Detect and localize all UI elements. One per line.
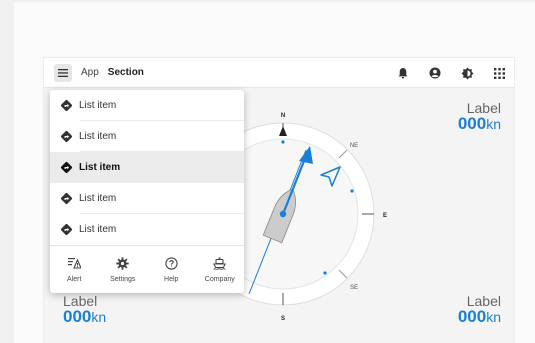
readout-label: Label [466, 293, 501, 309]
ring-dot [281, 140, 285, 144]
apps-grid-icon [493, 67, 505, 79]
menu-toggle-button[interactable] [54, 63, 72, 82]
readout-value: 000 [457, 307, 487, 326]
gear-icon [116, 256, 130, 270]
ship-icon [213, 256, 227, 270]
section-name: Section [107, 67, 144, 78]
ring-dot [323, 271, 327, 275]
account-icon [429, 67, 441, 79]
help-button[interactable]: Help [147, 246, 196, 293]
top-bar: App Section [44, 58, 514, 88]
company-label: Company [204, 276, 235, 283]
compass-label-e: E [383, 213, 387, 219]
menu-item-label: List item [79, 162, 121, 173]
menu-item[interactable]: List item [50, 121, 244, 152]
topbar-actions [378, 58, 506, 88]
compass-label-s: S [281, 316, 285, 322]
menu-item-label: List item [79, 224, 117, 235]
readout-value: 000 [63, 307, 92, 326]
compass-label-se: SE [350, 285, 358, 291]
compass-label-ne: NE [350, 143, 358, 149]
alert-list-icon [67, 256, 81, 270]
brightness-icon [461, 67, 473, 79]
settings-button[interactable]: Settings [99, 246, 148, 293]
readout-unit: kn [486, 116, 501, 132]
account-button[interactable] [428, 66, 442, 80]
compass-label-n: N [281, 113, 285, 119]
readout-top-right: Label 000kn [458, 101, 501, 133]
menu-item-label: List item [79, 100, 117, 111]
apps-button[interactable] [492, 66, 506, 80]
brightness-button[interactable] [460, 66, 474, 80]
navigation-menu: List item List item List item List item … [50, 90, 244, 293]
hamburger-icon [58, 68, 68, 77]
readout-bottom-right: Label 000kn [458, 294, 501, 326]
readout-unit: kn [91, 309, 107, 325]
menu-item-selected[interactable]: List item [50, 152, 244, 183]
settings-label: Settings [110, 276, 136, 283]
company-button[interactable]: Company [196, 246, 245, 293]
menu-item[interactable]: List item [50, 183, 244, 214]
directions-icon [60, 223, 73, 236]
directions-icon [60, 99, 73, 112]
readout-bottom-left: Label 000kn [63, 294, 106, 326]
help-icon [164, 256, 178, 270]
alert-button[interactable]: Alert [50, 246, 99, 293]
readout-value: 000 [457, 114, 487, 133]
directions-icon [60, 192, 73, 205]
app-name: App [81, 67, 99, 78]
bell-icon [398, 68, 408, 79]
readout-label: Label [63, 293, 98, 309]
menu-item[interactable]: List item [50, 90, 244, 121]
menu-item[interactable]: List item [50, 214, 244, 245]
menu-item-label: List item [79, 193, 117, 204]
menu-bottom-bar: Alert Settings Help Company [50, 245, 244, 293]
vessel-center [279, 210, 287, 218]
alert-label: Alert [67, 276, 82, 283]
notifications-button[interactable] [396, 66, 410, 80]
readout-label: Label [466, 100, 501, 116]
directions-icon [60, 130, 73, 143]
ring-dot [350, 189, 354, 193]
readout-unit: kn [486, 309, 501, 325]
directions-icon [60, 161, 73, 174]
help-label: Help [164, 276, 179, 283]
menu-item-label: List item [79, 131, 117, 142]
